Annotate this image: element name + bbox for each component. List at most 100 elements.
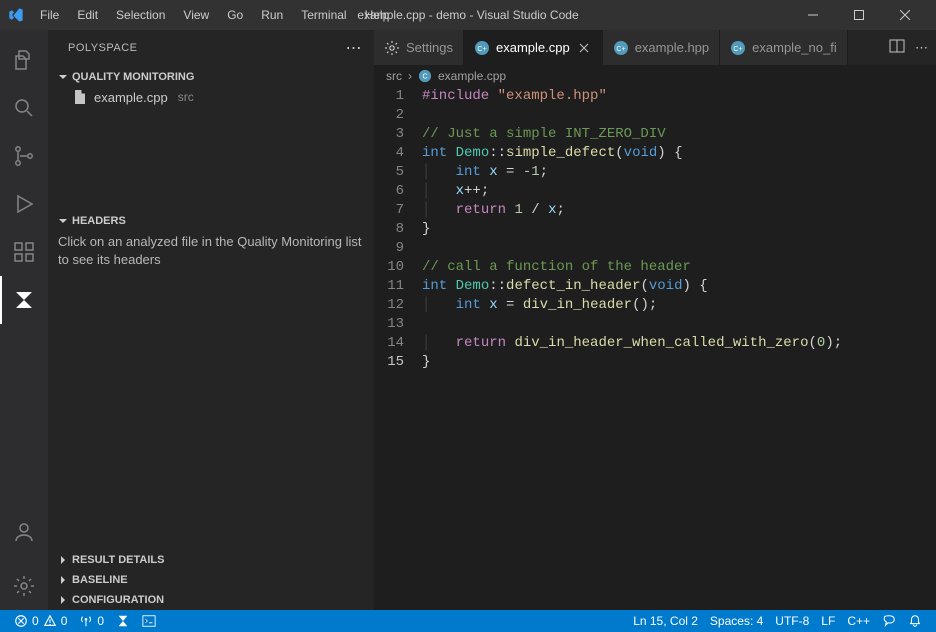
sidebar-title: POLYSPACE: [68, 42, 138, 54]
tab-label: example.hpp: [635, 40, 709, 55]
status-terminal[interactable]: [136, 610, 162, 632]
activity-bar: [0, 30, 48, 610]
cpp-file-icon: C+: [730, 40, 746, 56]
search-activity[interactable]: [0, 84, 48, 132]
window-controls: [790, 0, 928, 30]
baseline-header[interactable]: BASELINE: [48, 570, 374, 590]
headers-section: HEADERS Click on an analyzed file in the…: [48, 209, 374, 279]
tab-settings[interactable]: Settings: [374, 30, 464, 65]
menu-bar: FileEditSelectionViewGoRunTerminalHelp: [32, 4, 397, 26]
settings-gear-activity[interactable]: [0, 562, 48, 610]
run-debug-activity[interactable]: [0, 180, 48, 228]
svg-text:C: C: [422, 74, 427, 81]
source-control-activity[interactable]: [0, 132, 48, 180]
menu-item-view[interactable]: View: [175, 4, 217, 26]
chevron-right-icon: [56, 553, 70, 567]
cpp-file-icon: C+: [613, 40, 629, 56]
extensions-activity[interactable]: [0, 228, 48, 276]
file-name: example.cpp: [94, 90, 168, 105]
section-title: CONFIGURATION: [72, 594, 164, 606]
tab-example-cpp[interactable]: C+ example.cpp: [464, 30, 603, 65]
cpp-file-icon: C: [418, 69, 432, 83]
chevron-right-icon: ›: [408, 69, 412, 83]
menu-item-terminal[interactable]: Terminal: [293, 4, 354, 26]
minimap[interactable]: [918, 87, 936, 610]
svg-text:C+: C+: [734, 46, 743, 53]
file-folder: src: [178, 90, 194, 104]
menu-item-go[interactable]: Go: [219, 4, 251, 26]
status-polyspace[interactable]: [110, 610, 136, 632]
configuration-header[interactable]: CONFIGURATION: [48, 590, 374, 610]
status-language[interactable]: C++: [841, 614, 876, 628]
code-editor[interactable]: 123456789101112131415 #include "example.…: [374, 87, 936, 610]
feedback-icon: [882, 614, 896, 628]
status-encoding[interactable]: UTF-8: [769, 614, 815, 628]
section-title: HEADERS: [72, 215, 126, 227]
editor-tabs: Settings C+ example.cpp C+ example.hpp C+ exam…: [374, 30, 936, 65]
section-title: RESULT DETAILS: [72, 554, 164, 566]
breadcrumb-part[interactable]: example.cpp: [438, 69, 506, 83]
svg-text:C+: C+: [477, 46, 486, 53]
sidebar: POLYSPACE ⋯ QUALITY MONITORING example.c…: [48, 30, 374, 610]
titlebar: FileEditSelectionViewGoRunTerminalHelp e…: [0, 0, 936, 30]
polyspace-activity[interactable]: [0, 276, 48, 324]
close-icon[interactable]: [576, 40, 592, 56]
section-title: BASELINE: [72, 574, 128, 586]
window-title: example.cpp - demo - Visual Studio Code: [357, 8, 578, 22]
ports-count: 0: [97, 614, 104, 628]
editor-area: Settings C+ example.cpp C+ example.hpp C+ exam…: [374, 30, 936, 610]
terminal-icon: [142, 614, 156, 628]
status-ports[interactable]: 0: [73, 610, 110, 632]
status-cursor-position[interactable]: Ln 15, Col 2: [627, 614, 704, 628]
account-activity[interactable]: [0, 508, 48, 556]
menu-item-edit[interactable]: Edit: [69, 4, 106, 26]
error-icon: [14, 614, 28, 628]
status-bar: 0 0 0 Ln 15, Col 2 Spaces: 4 UTF-8 LF C+…: [0, 610, 936, 632]
files-activity[interactable]: [0, 36, 48, 84]
status-feedback[interactable]: [876, 614, 902, 628]
tab-example-hpp[interactable]: C+ example.hpp: [603, 30, 720, 65]
status-notifications[interactable]: [902, 614, 928, 628]
section-title: QUALITY MONITORING: [72, 71, 194, 83]
tab-label: example_no_fi: [752, 40, 837, 55]
more-actions-icon[interactable]: ⋯: [915, 40, 928, 56]
quality-monitoring-section: QUALITY MONITORING example.cpp src: [48, 65, 374, 109]
more-actions-icon[interactable]: ⋯: [346, 38, 363, 58]
code-content[interactable]: #include "example.hpp"// Just a simple I…: [422, 87, 936, 610]
breadcrumbs[interactable]: src › C example.cpp: [374, 65, 936, 87]
tab-label: example.cpp: [496, 40, 570, 55]
split-editor-icon[interactable]: [889, 38, 905, 57]
chevron-down-icon: [56, 214, 70, 228]
quality-monitoring-header[interactable]: QUALITY MONITORING: [48, 67, 374, 87]
menu-item-run[interactable]: Run: [253, 4, 291, 26]
warning-icon: [43, 614, 57, 628]
breadcrumb-part[interactable]: src: [386, 69, 402, 83]
bell-icon: [908, 614, 922, 628]
close-button[interactable]: [882, 0, 928, 30]
tab-example-no-fi[interactable]: C+ example_no_fi: [720, 30, 848, 65]
status-indentation[interactable]: Spaces: 4: [704, 614, 769, 628]
headers-header[interactable]: HEADERS: [48, 211, 374, 231]
line-number-gutter: 123456789101112131415: [374, 87, 422, 610]
minimize-button[interactable]: [790, 0, 836, 30]
file-icon: [72, 89, 88, 105]
tab-label: Settings: [406, 40, 453, 55]
warning-count: 0: [61, 614, 68, 628]
status-errors[interactable]: 0 0: [8, 610, 73, 632]
menu-item-file[interactable]: File: [32, 4, 67, 26]
svg-text:C+: C+: [616, 46, 625, 53]
menu-item-selection[interactable]: Selection: [108, 4, 173, 26]
file-row[interactable]: example.cpp src: [48, 87, 374, 107]
chevron-down-icon: [56, 70, 70, 84]
polyspace-icon: [116, 614, 130, 628]
radio-tower-icon: [79, 614, 93, 628]
result-details-header[interactable]: RESULT DETAILS: [48, 550, 374, 570]
settings-icon: [384, 40, 400, 56]
vscode-logo-icon: [8, 7, 24, 23]
error-count: 0: [32, 614, 39, 628]
maximize-button[interactable]: [836, 0, 882, 30]
headers-hint: Click on an analyzed file in the Quality…: [48, 231, 374, 277]
status-eol[interactable]: LF: [815, 614, 841, 628]
chevron-right-icon: [56, 593, 70, 607]
chevron-right-icon: [56, 573, 70, 587]
